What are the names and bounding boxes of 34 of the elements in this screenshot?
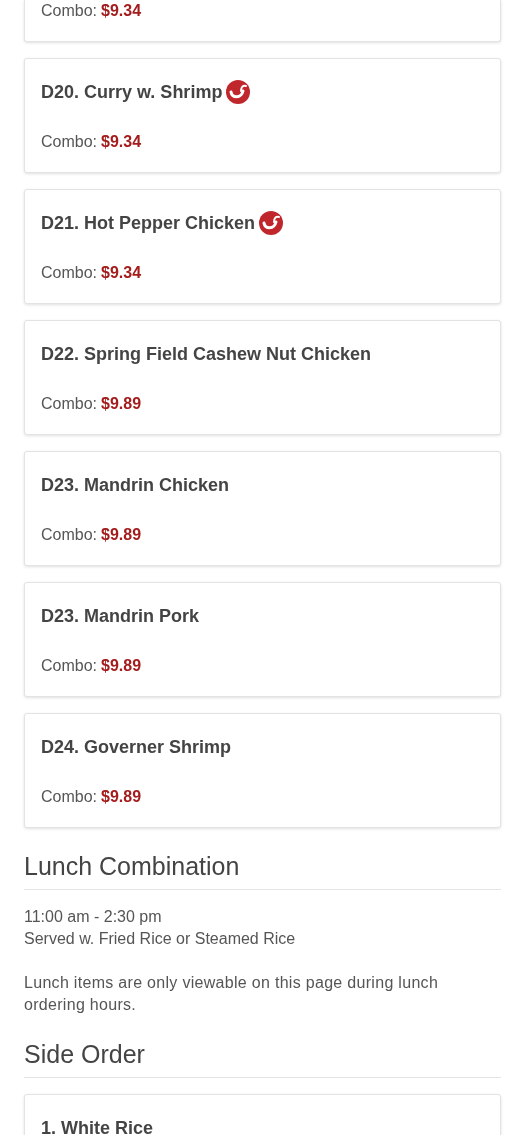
note-text: Lunch items are only viewable on this page during lunch ordering hours.: [24, 973, 440, 1015]
combo-label: Combo:: [41, 2, 98, 20]
menu-item-card[interactable]: D23. Mandrin Chicken Combo: $9.89: [24, 451, 501, 566]
item-name: D21. Hot Pepper Chicken: [41, 212, 256, 234]
combo-label: Combo:: [41, 788, 98, 806]
combo-label: Combo:: [41, 133, 98, 151]
hours-text: 11:00 am - 2:30 pm: [24, 907, 163, 927]
item-price: $9.89: [101, 788, 142, 806]
item-price: $9.34: [101, 264, 142, 282]
menu-item-card[interactable]: D21. Hot Pepper Chicken Combo: $9.34: [24, 189, 501, 304]
item-name: D22. Spring Field Cashew Nut Chicken: [41, 343, 372, 365]
menu-item-card[interactable]: D20. Curry w. Shrimp Combo: $9.34: [24, 58, 501, 173]
item-price: $9.89: [101, 657, 142, 675]
menu-item-card[interactable]: D24. Governer Shrimp Combo: $9.89: [24, 713, 501, 828]
item-price: $9.89: [101, 395, 142, 413]
item-name: D23. Mandrin Pork: [41, 605, 200, 627]
menu-item-card[interactable]: 1. White Rice: [24, 1094, 501, 1135]
item-name: 1. White Rice: [41, 1117, 154, 1135]
item-price: $9.34: [101, 2, 142, 20]
item-name: D23. Mandrin Chicken: [41, 474, 230, 496]
menu-item-card[interactable]: Combo: $9.34: [24, 0, 501, 42]
item-name: D20. Curry w. Shrimp: [41, 81, 223, 103]
served-text: Served w. Fried Rice or Steamed Rice: [24, 929, 297, 949]
menu-item-card[interactable]: D23. Mandrin Pork Combo: $9.89: [24, 582, 501, 697]
section-title: Lunch Combination: [24, 852, 501, 890]
section-title: Side Order: [24, 1040, 501, 1078]
combo-label: Combo:: [41, 526, 98, 544]
item-price: $9.89: [101, 526, 142, 544]
menu-item-card[interactable]: D22. Spring Field Cashew Nut Chicken Combo: $9.89: [24, 320, 501, 435]
item-name: D24. Governer Shrimp: [41, 736, 232, 758]
combo-label: Combo:: [41, 395, 98, 413]
combo-label: Combo:: [41, 264, 98, 282]
combo-label: Combo:: [41, 657, 98, 675]
item-price: $9.34: [101, 133, 142, 151]
